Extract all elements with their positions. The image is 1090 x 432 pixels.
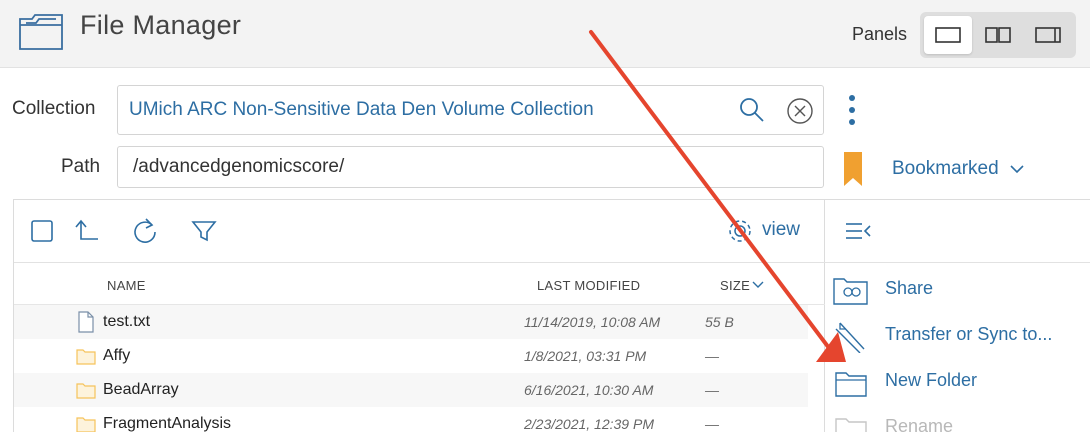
transfer-action[interactable]: Transfer or Sync to... xyxy=(825,314,1090,358)
column-name-header[interactable]: NAME xyxy=(107,278,146,293)
file-list-panel: view NAME LAST MODIFIED SIZE test.txt 11… xyxy=(13,199,825,432)
collection-value: UMich ARC Non-Sensitive Data Den Volume … xyxy=(129,99,594,120)
file-modified: 6/16/2021, 10:30 AM xyxy=(524,382,654,398)
actions-panel: Share Transfer or Sync to... New Folder … xyxy=(825,199,1090,432)
panels-toggle-group xyxy=(920,12,1076,58)
file-size: — xyxy=(705,382,719,398)
panels-label: Panels xyxy=(852,24,908,44)
transfer-arrows-icon xyxy=(835,322,865,353)
clear-icon[interactable] xyxy=(786,97,814,125)
rename-icon xyxy=(835,418,867,432)
new-folder-icon xyxy=(835,372,867,397)
header-bar: File Manager Panels xyxy=(0,0,1090,68)
new-folder-action[interactable]: New Folder xyxy=(825,360,1090,404)
table-row[interactable]: BeadArray 6/16/2021, 10:30 AM — xyxy=(14,373,808,407)
file-icon xyxy=(78,311,94,333)
folder-icon xyxy=(76,349,96,365)
up-folder-icon[interactable] xyxy=(72,216,102,246)
collection-search-field[interactable]: UMich ARC Non-Sensitive Data Den Volume … xyxy=(117,85,824,135)
table-row[interactable]: Affy 1/8/2021, 03:31 PM — xyxy=(14,339,808,373)
more-options-icon[interactable] xyxy=(841,94,863,128)
sort-chevron-icon xyxy=(752,281,764,288)
share-folder-icon xyxy=(833,278,868,305)
single-panel-icon xyxy=(935,27,961,43)
chevron-down-icon[interactable] xyxy=(1008,160,1026,178)
file-toolbar: view xyxy=(14,200,825,263)
gear-icon[interactable] xyxy=(726,217,754,245)
search-icon[interactable] xyxy=(738,96,766,124)
transfer-label: Transfer or Sync to... xyxy=(885,324,1053,344)
file-size: — xyxy=(705,416,719,432)
file-modified: 2/23/2021, 12:39 PM xyxy=(524,416,654,432)
refresh-icon[interactable] xyxy=(130,216,160,246)
new-folder-label: New Folder xyxy=(885,370,978,390)
file-name: test.txt xyxy=(103,313,151,330)
bookmarked-dropdown[interactable]: Bookmarked xyxy=(892,158,999,180)
folder-icon xyxy=(76,383,96,399)
path-value: /advancedgenomicscore/ xyxy=(133,156,345,177)
rename-action[interactable]: Rename xyxy=(825,406,1090,432)
share-label: Share xyxy=(885,278,934,298)
view-button[interactable]: view xyxy=(762,219,800,241)
file-modified: 1/8/2021, 03:31 PM xyxy=(524,348,647,364)
bookmark-icon[interactable] xyxy=(842,152,864,188)
table-row[interactable]: FragmentAnalysis 2/23/2021, 12:39 PM — xyxy=(14,407,808,432)
column-modified-header[interactable]: LAST MODIFIED xyxy=(537,278,640,293)
file-name: Affy xyxy=(103,347,131,364)
file-name: BeadArray xyxy=(103,381,179,398)
column-size-header[interactable]: SIZE xyxy=(720,278,750,293)
table-row[interactable]: test.txt 11/14/2019, 10:08 AM 55 B xyxy=(14,305,808,339)
actions-panel-header xyxy=(825,200,1090,263)
filter-icon[interactable] xyxy=(189,216,219,246)
select-all-checkbox[interactable] xyxy=(28,216,58,246)
path-label: Path xyxy=(61,156,101,177)
file-modified: 11/14/2019, 10:08 AM xyxy=(524,314,661,330)
double-panel-icon xyxy=(985,27,1011,43)
collapse-panel-icon[interactable] xyxy=(844,220,872,242)
share-action[interactable]: Share xyxy=(825,268,1090,312)
file-size: 55 B xyxy=(705,314,734,330)
folders-app-icon xyxy=(19,14,63,50)
single-panel-button[interactable] xyxy=(924,16,972,54)
file-name: FragmentAnalysis xyxy=(103,415,232,432)
rename-label: Rename xyxy=(885,416,954,432)
table-header: NAME LAST MODIFIED SIZE xyxy=(14,263,825,305)
sidebar-panel-icon xyxy=(1035,27,1061,43)
path-input[interactable]: /advancedgenomicscore/ xyxy=(117,146,824,188)
collection-label: Collection xyxy=(12,98,96,119)
double-panel-button[interactable] xyxy=(974,16,1022,54)
file-size: — xyxy=(705,348,719,364)
sidebar-panel-button[interactable] xyxy=(1024,16,1072,54)
page-title: File Manager xyxy=(80,10,242,40)
folder-icon xyxy=(76,417,96,432)
